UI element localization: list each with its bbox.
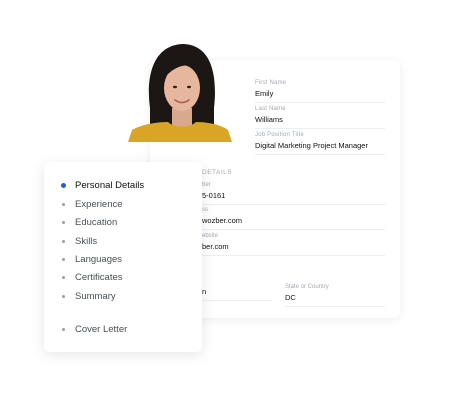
- nav-item-label: Languages: [75, 254, 123, 265]
- city-value: n: [202, 287, 207, 296]
- bullet-icon: [62, 258, 65, 261]
- phone-underline: [202, 204, 385, 205]
- bullet-icon: [62, 221, 65, 224]
- nav-item-personal-details[interactable]: Personal Details: [61, 180, 145, 191]
- bullet-icon: [62, 203, 65, 206]
- phone-label: ber: [202, 182, 211, 188]
- job-title-value: Digital Marketing Project Manager: [255, 141, 368, 150]
- email-value: wozber.com: [202, 216, 243, 225]
- state-label: State or Country: [285, 284, 329, 290]
- last-name-underline: [255, 128, 385, 129]
- nav-item-label: Personal Details: [75, 180, 145, 191]
- website-value: ber.com: [202, 242, 229, 251]
- email-label: ss: [202, 207, 208, 213]
- state-field[interactable]: State or Country DC: [285, 284, 385, 307]
- nav-item-label: Skills: [75, 236, 98, 247]
- nav-item-certificates[interactable]: Certificates: [62, 272, 123, 283]
- job-title-field[interactable]: Job Position Title Digital Marketing Pro…: [255, 132, 385, 155]
- nav-item-label: Experience: [75, 199, 123, 210]
- job-title-label: Job Position Title: [255, 132, 304, 138]
- city-field[interactable]: n: [202, 284, 272, 301]
- first-name-field[interactable]: First Name Emily: [255, 80, 385, 103]
- first-name-label: First Name: [255, 80, 287, 86]
- state-underline: [285, 306, 385, 307]
- website-underline: [202, 255, 385, 256]
- nav-item-skills[interactable]: Skills: [62, 236, 97, 247]
- bullet-icon: [62, 295, 65, 298]
- email-underline: [202, 229, 385, 230]
- nav-item-label: Certificates: [75, 272, 123, 283]
- nav-item-label: Cover Letter: [75, 324, 128, 335]
- nav-item-label: Education: [75, 217, 118, 228]
- state-value: DC: [285, 293, 296, 302]
- resume-sections-nav: Personal Details Experience Education Skill…: [44, 162, 202, 352]
- nav-item-label: Summary: [75, 291, 116, 302]
- phone-value: 5-0161: [202, 191, 226, 200]
- bullet-icon: [62, 240, 65, 243]
- first-name-underline: [255, 102, 385, 103]
- website-field[interactable]: ebsite ber.com: [202, 233, 385, 256]
- active-bullet-icon: [61, 183, 66, 188]
- last-name-value: Williams: [255, 115, 283, 124]
- profile-photo: [128, 38, 232, 142]
- first-name-value: Emily: [255, 89, 274, 98]
- email-field[interactable]: ss wozber.com: [202, 207, 385, 230]
- last-name-label: Last Name: [255, 106, 286, 112]
- nav-item-summary[interactable]: Summary: [62, 291, 116, 302]
- bullet-icon: [62, 328, 65, 331]
- city-underline: [202, 300, 272, 301]
- nav-item-languages[interactable]: Languages: [62, 254, 122, 265]
- section-title: DETAILS: [202, 169, 233, 176]
- nav-item-cover-letter[interactable]: Cover Letter: [62, 324, 127, 335]
- bullet-icon: [62, 276, 65, 279]
- nav-item-experience[interactable]: Experience: [62, 199, 123, 210]
- website-label: ebsite: [202, 233, 219, 239]
- phone-field[interactable]: ber 5-0161: [202, 182, 385, 205]
- last-name-field[interactable]: Last Name Williams: [255, 106, 385, 129]
- job-title-underline: [255, 154, 385, 155]
- nav-item-education[interactable]: Education: [62, 217, 117, 228]
